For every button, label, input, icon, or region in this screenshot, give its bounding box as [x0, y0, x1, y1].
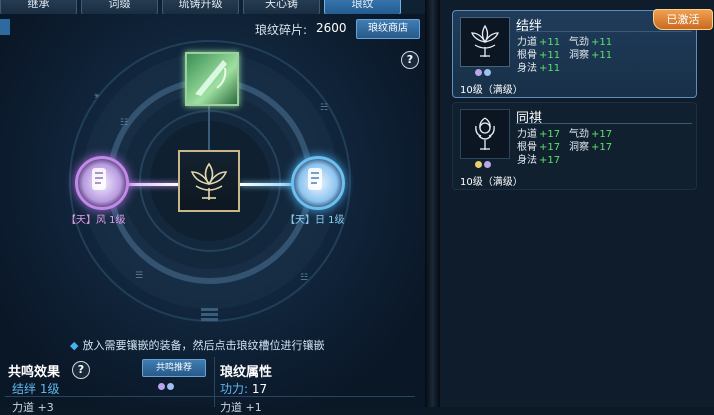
dot — [158, 383, 165, 390]
inlay-hint: ◆ 放入需要镶嵌的装备，然后点击琅纹槽位进行镶嵌 — [70, 337, 324, 353]
attribute-power: 功力: 17 — [220, 380, 267, 397]
card-level: 10级（满级） — [460, 177, 523, 188]
divider — [516, 31, 692, 32]
hint-text: 放入需要镶嵌的装备，然后点击琅纹槽位进行镶嵌 — [82, 339, 325, 352]
tab-bar: 继承 词缀 琉铸升级 天心铸 琅纹 — [0, 0, 425, 14]
inlay-panel: 继承 词缀 琉铸升级 天心铸 琅纹 琅纹碎片: 2600 琅纹商店 ? ☷ ⚹ … — [0, 0, 425, 414]
card-stats: 力道 +17 气劲 +17 根骨 +17 洞察 +17 身法 +17 — [517, 128, 617, 167]
card-dots — [475, 161, 491, 168]
resonance-dots — [158, 383, 174, 390]
resonance-next-line: 力道 +3 — [12, 401, 54, 414]
wheel-rune: ☷ — [120, 118, 128, 128]
langwen-card-jieban[interactable]: 已激活 结绊 力道 +11 气劲 +11 根骨 +11 洞察 +11 身法 +11 10级… — [452, 9, 713, 98]
divider — [5, 396, 415, 397]
activated-badge: 已激活 — [653, 9, 713, 30]
top-connector — [208, 100, 210, 150]
wheel-rune: ☳ — [300, 273, 308, 283]
fragment-label: 琅纹碎片: — [255, 23, 308, 37]
resonance-value: 结绊 1级 — [12, 382, 60, 396]
tab-tianxin-forge[interactable]: 天心铸 — [243, 0, 320, 14]
talisman-icon — [308, 168, 322, 190]
panel-separator — [425, 0, 440, 407]
divider — [214, 357, 215, 407]
stat-insight: 洞察 +11 — [569, 50, 613, 61]
dot — [484, 161, 491, 168]
lotus-emblem-icon — [471, 24, 499, 57]
divider — [516, 123, 692, 124]
lotus-emblem-icon — [190, 162, 228, 200]
resonance-help-icon[interactable]: ? — [72, 361, 90, 379]
tab-langwen[interactable]: 琅纹 — [324, 0, 401, 14]
stat-qijin: 气劲 +17 — [569, 129, 613, 140]
stat-strength: 力道 +17 — [517, 129, 561, 140]
diamond-icon: ◆ — [70, 339, 79, 352]
inlay-wheel: ☷ ⚹ ☲ ☰ ☳ ☵ — [0, 40, 425, 340]
dot — [475, 69, 482, 76]
card-stats: 力道 +11 气劲 +11 根骨 +11 洞察 +11 身法 +11 — [517, 36, 617, 75]
langwen-card-tongqi[interactable]: 同祺 力道 +17 气劲 +17 根骨 +17 洞察 +17 身法 +17 10级（满级） — [452, 102, 697, 190]
sun-gem-label: 【天】日 1级 — [285, 215, 345, 226]
card-dots — [475, 69, 491, 76]
center-emblem-slot[interactable] — [178, 150, 240, 212]
card-level: 10级（满级） — [460, 85, 523, 96]
stat-insight: 洞察 +17 — [569, 142, 613, 153]
bottom-panel: 共鸣效果 ? 共鸣推荐 结绊 1级 琅纹属性 功力: 17 — [0, 355, 420, 407]
dot — [475, 161, 482, 168]
stat-constitution: 根骨 +11 — [517, 50, 561, 61]
stat-constitution: 根骨 +17 — [517, 142, 561, 153]
attribute-next-line: 力道 +1 — [220, 401, 262, 414]
attribute-label: 功力: — [220, 382, 249, 396]
stat-qijin: 气劲 +11 — [569, 37, 613, 48]
fragment-bar: 琅纹碎片: 2600 琅纹商店 — [0, 17, 420, 39]
card-icon-frame — [460, 109, 510, 159]
flower-emblem-icon — [475, 117, 495, 150]
wind-gem-label: 【天】风 1级 — [66, 215, 126, 226]
resonance-title: 共鸣效果 — [8, 365, 61, 380]
sun-gem-slot[interactable] — [291, 156, 345, 210]
tab-affix[interactable]: 词缀 — [81, 0, 158, 14]
fragment-count: 2600 — [316, 21, 347, 35]
attributes-title: 琅纹属性 — [220, 365, 273, 380]
stat-agility: 身法 +11 — [517, 63, 561, 74]
wheel-rune: ☵ — [320, 103, 328, 113]
dot — [484, 69, 491, 76]
resonance-recommend-button[interactable]: 共鸣推荐 — [142, 359, 206, 377]
stat-agility: 身法 +17 — [517, 155, 561, 166]
stat-strength: 力道 +11 — [517, 37, 561, 48]
wind-gem-slot[interactable] — [75, 156, 129, 210]
blade-icon — [195, 60, 227, 96]
talisman-icon — [92, 168, 106, 190]
equipment-slot[interactable] — [185, 52, 239, 106]
wheel-rune: ⚹ — [94, 91, 100, 101]
langwen-shop-button[interactable]: 琅纹商店 — [356, 19, 420, 39]
card-icon-frame — [460, 17, 510, 67]
tab-forge-upgrade[interactable]: 琉铸升级 — [162, 0, 239, 14]
langwen-list-panel: 已激活 结绊 力道 +11 气劲 +11 根骨 +11 洞察 +11 身法 +11 10级… — [440, 0, 714, 407]
dot — [167, 383, 174, 390]
tab-inherit[interactable]: 继承 — [0, 0, 77, 14]
right-connector — [240, 183, 295, 186]
attribute-value: 17 — [251, 382, 268, 396]
wheel-rune: ☰ — [135, 271, 143, 281]
